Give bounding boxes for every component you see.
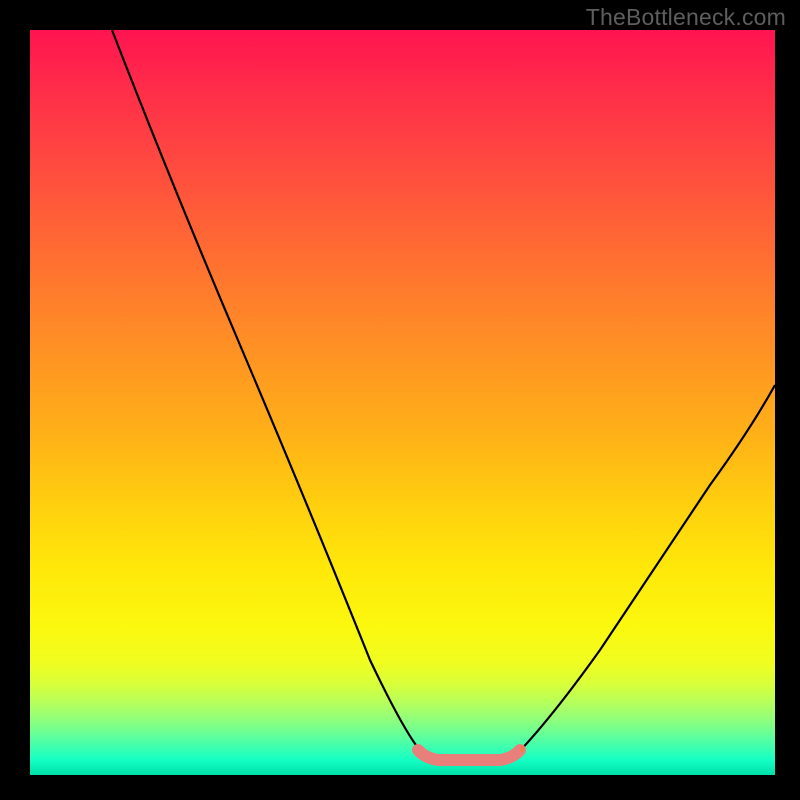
chart-frame: TheBottleneck.com [0,0,800,800]
bottom-pink-segment [418,750,520,760]
curve-left-path [112,30,425,756]
watermark-text: TheBottleneck.com [586,4,786,31]
curve-overlay [30,30,775,775]
curve-right-path [515,385,775,756]
plot-area [30,30,775,775]
